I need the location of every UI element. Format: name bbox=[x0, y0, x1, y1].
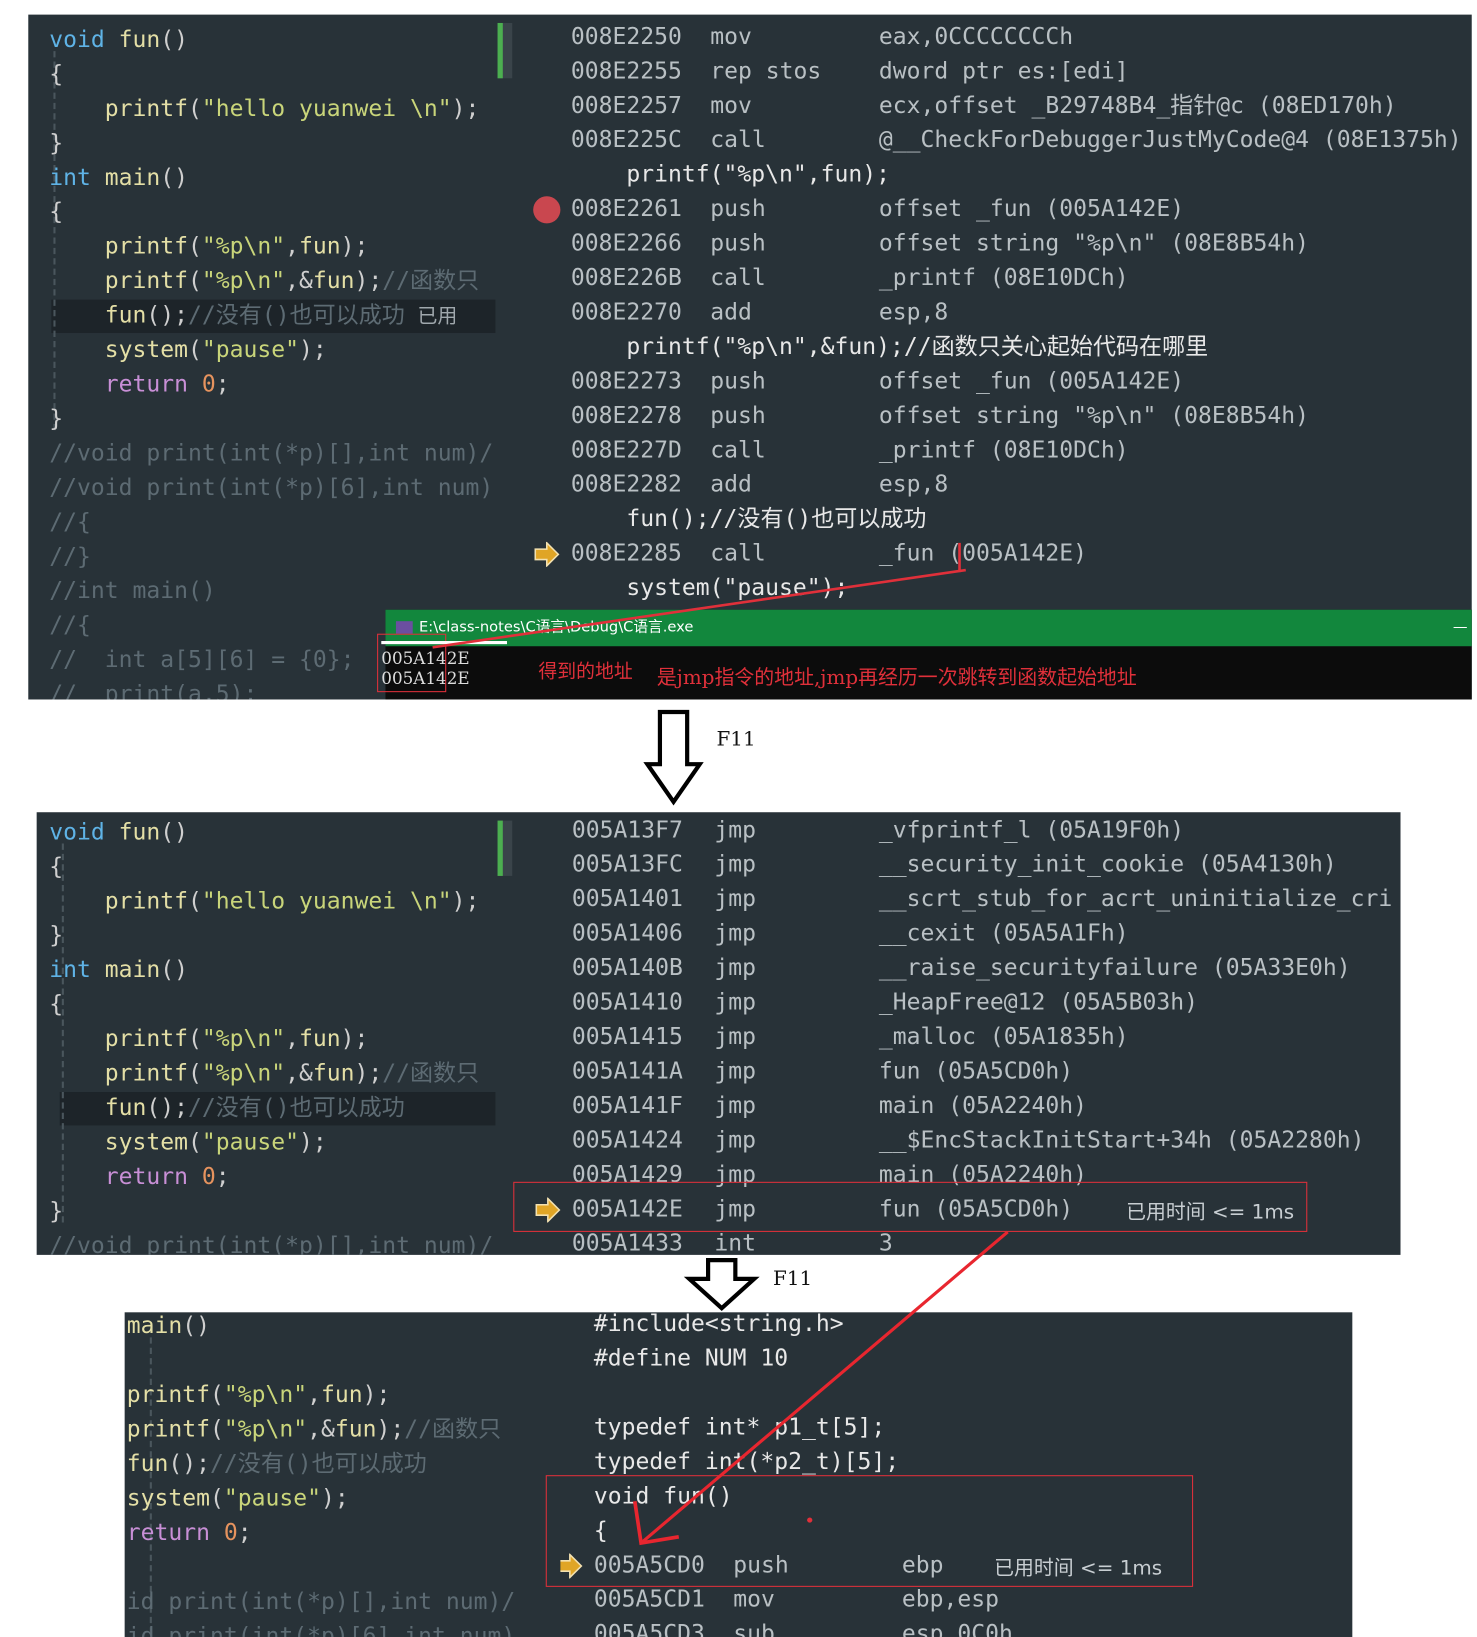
annotation-lines bbox=[432, 542, 1009, 1546]
red-dot bbox=[807, 1517, 813, 1523]
address-link-line bbox=[432, 568, 966, 649]
jump-target-arrow bbox=[640, 1230, 1009, 1545]
jump-target-arrowhead bbox=[632, 1501, 680, 1546]
annotated-debugger-screenshots: void fun(){ printf("hello yuanwei \n");}… bbox=[0, 0, 1477, 1637]
